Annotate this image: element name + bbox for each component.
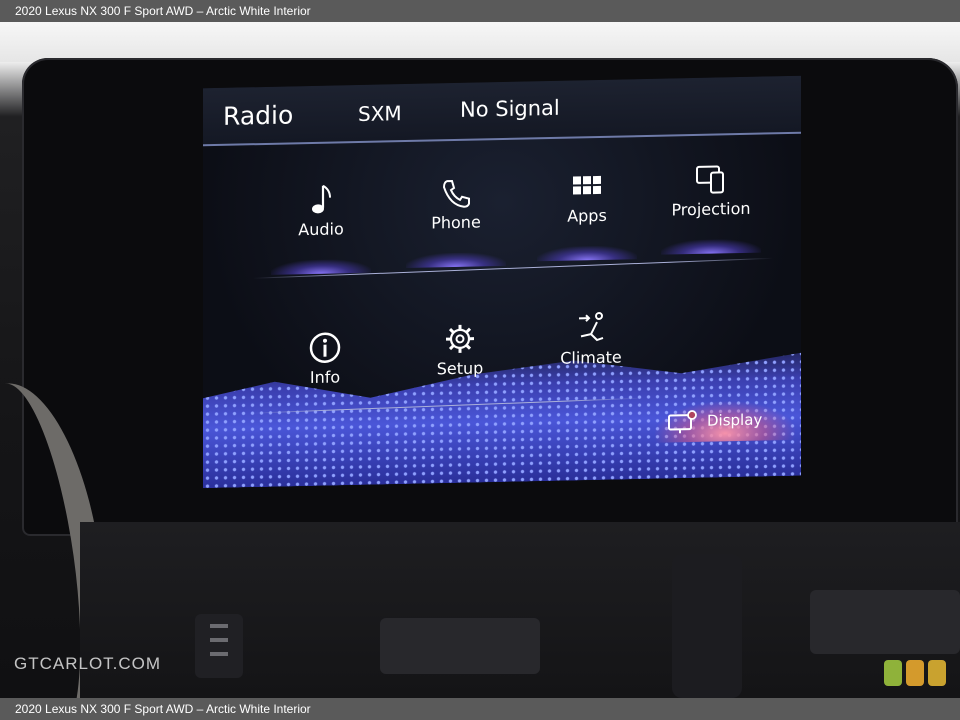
caption-bar-top: 2020 Lexus NX 300 F Sport AWD – Arctic W… [0,0,960,22]
menu-setup[interactable]: Setup [400,320,520,415]
screen-header: Radio SXM No Signal [203,75,801,147]
menu-projection[interactable]: Projection [651,160,771,255]
site-badge-icon [884,660,946,686]
menu-audio[interactable]: Audio [261,181,381,276]
source-label[interactable]: Radio [223,100,293,130]
menu-glow [271,258,371,275]
phone-icon [442,180,470,208]
band-label: SXM [358,101,402,127]
menu-label: Info [309,367,341,388]
menu-label: Apps [567,205,607,226]
menu-label: Phone [431,212,481,233]
grid-icon [573,175,601,195]
vent-divider [672,554,742,698]
menu-label: Projection [671,198,751,220]
caption-text: 2020 Lexus NX 300 F Sport AWD – Arctic W… [15,702,311,716]
display-icon [668,410,697,434]
gear-icon [446,324,474,353]
projection-icon [696,165,724,194]
vent-slot [380,618,540,674]
background-wall [0,22,960,62]
signal-status: No Signal [460,95,560,122]
menu-glow [537,245,637,262]
vent-slot [810,590,960,654]
caption-bar-bottom: 2020 Lexus NX 300 F Sport AWD – Arctic W… [0,698,960,720]
menu-label: Audio [298,219,344,240]
climate-seat-icon [579,311,604,342]
caption-text: 2020 Lexus NX 300 F Sport AWD – Arctic W… [15,4,311,18]
menu-glow [661,238,761,255]
menu-phone[interactable]: Phone [396,174,516,269]
hazard-switch [195,614,243,678]
display-button[interactable]: Display [655,399,795,443]
menu-label: Climate [560,347,622,368]
menu-climate[interactable]: Climate [531,309,651,404]
menu-label: Setup [436,358,484,379]
music-note-icon [312,184,331,214]
watermark-logo: GTCARLOT.COM [14,654,162,673]
display-label: Display [707,410,763,430]
infotainment-screen: Radio SXM No Signal Audio Phone Apps Pro… [203,75,801,489]
info-icon [309,332,341,363]
menu-glow [406,251,506,269]
menu-apps[interactable]: Apps [527,167,647,262]
